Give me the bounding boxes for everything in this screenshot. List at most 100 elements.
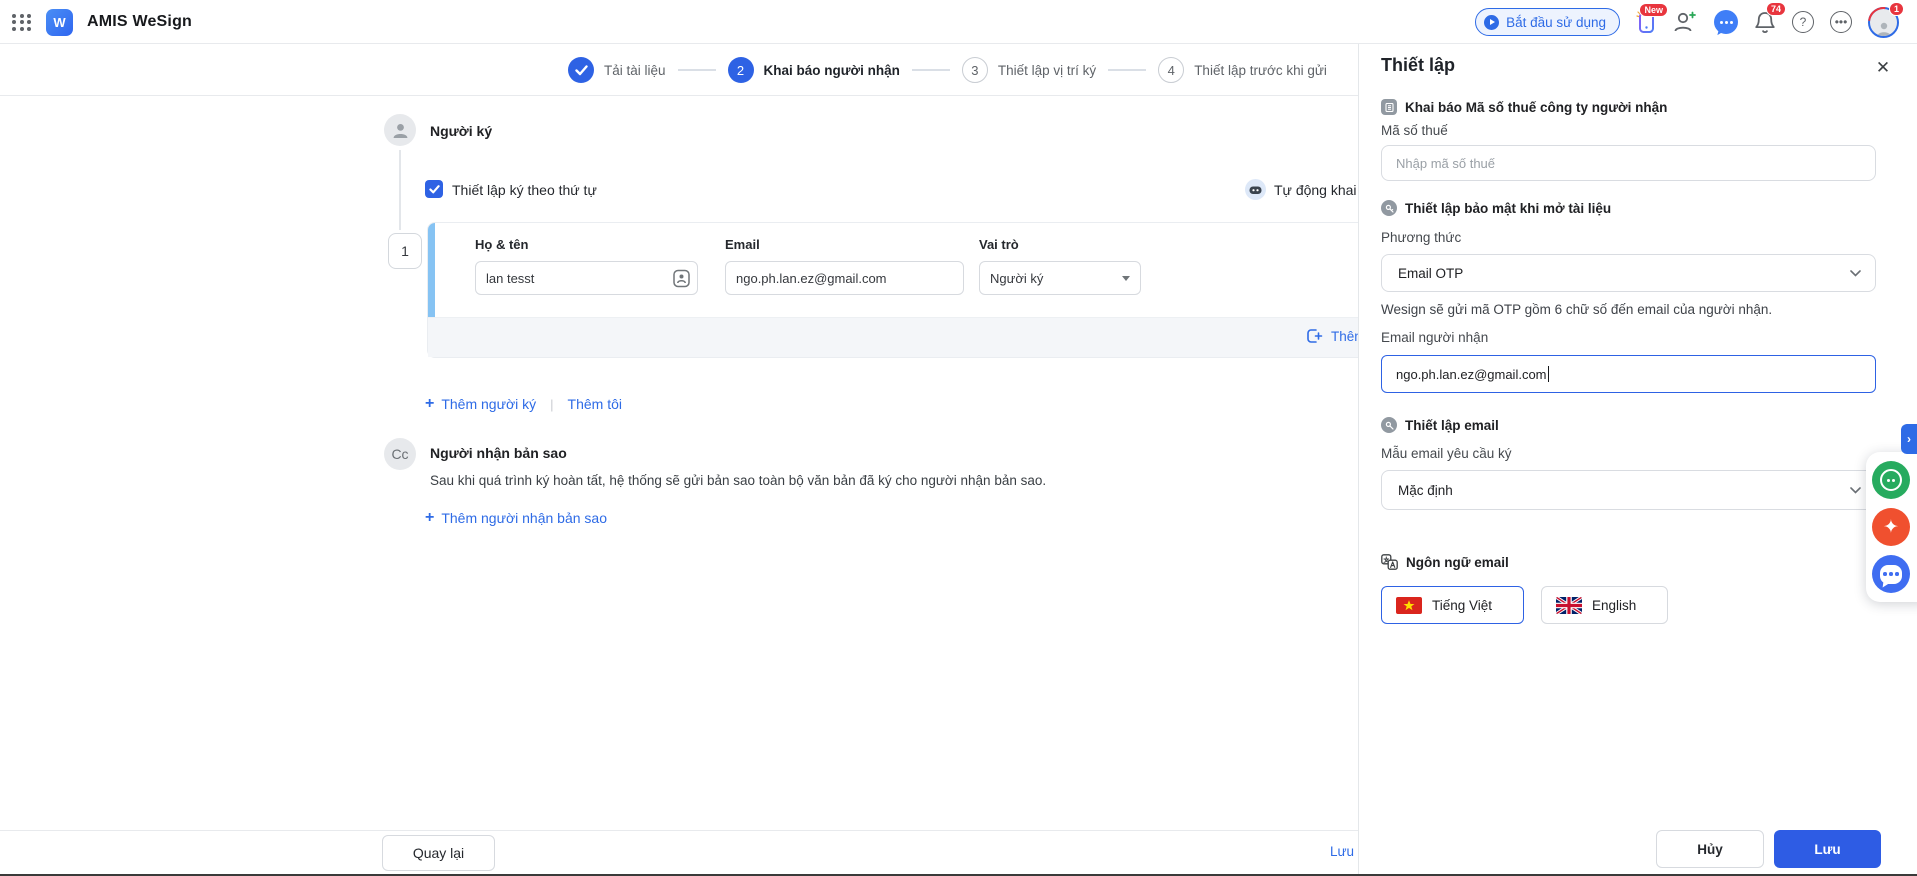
signers-section-title: Người ký: [430, 123, 493, 139]
signer-avatar-icon: [384, 114, 416, 146]
whats-new-button[interactable]: New: [1636, 3, 1668, 34]
wesign-logo[interactable]: W: [46, 8, 73, 36]
uk-flag-icon: [1556, 596, 1582, 614]
check-icon: [428, 184, 440, 193]
add-signer-inline-button[interactable]: Thêm: [1306, 328, 1358, 344]
robot-icon: [1245, 179, 1266, 200]
tax-code-input[interactable]: [1381, 145, 1876, 181]
new-badge: New: [1639, 3, 1668, 17]
add-person-icon: [1307, 329, 1323, 343]
text-cursor: [1547, 366, 1549, 382]
email-template-label: Mẫu email yêu cầu ký: [1381, 446, 1512, 461]
support-widget-dock: ✦: [1866, 452, 1917, 602]
more-options-button[interactable]: •••: [1830, 11, 1852, 33]
help-button[interactable]: ?: [1792, 11, 1814, 33]
sparkle-icon: ✦: [1883, 516, 1899, 538]
column-header-role: Vai trò: [979, 237, 1019, 252]
speech-bubble-icon: [1880, 564, 1902, 584]
method-label: Phương thức: [1381, 230, 1462, 245]
ellipsis-icon: •••: [1830, 11, 1852, 33]
notifications-button[interactable]: 74: [1754, 2, 1786, 34]
link-separator: |: [550, 396, 554, 412]
add-cc-recipient-link[interactable]: + Thêm người nhận bản sao: [425, 510, 607, 527]
play-icon: [1484, 14, 1500, 30]
otp-method-select[interactable]: Email OTP: [1381, 254, 1876, 292]
add-me-link[interactable]: Thêm tôi: [568, 396, 622, 412]
column-header-email: Email: [725, 237, 760, 252]
wesign-app-window: W AMIS WeSign Bắt đầu sử dụng New 74 ? •…: [0, 0, 1917, 876]
person-add-icon: [1674, 11, 1696, 32]
sign-order-checkbox-label[interactable]: Thiết lập ký theo thứ tự: [452, 182, 597, 198]
person-icon: [1877, 22, 1890, 36]
wizard-stepper-bar: Tải tài liệu 2 Khai báo người nhận 3 Thi…: [0, 44, 1358, 96]
step-declare-recipients[interactable]: 2 Khai báo người nhận: [727, 57, 900, 83]
collapse-panel-tab[interactable]: ›: [1901, 424, 1917, 454]
get-started-button[interactable]: Bắt đầu sử dụng: [1475, 8, 1620, 36]
email-template-select[interactable]: Mặc định: [1381, 470, 1876, 510]
signer-email-input[interactable]: [725, 261, 964, 295]
step-connector: [677, 69, 716, 71]
step-upload-document[interactable]: Tải tài liệu: [568, 57, 666, 83]
user-avatar[interactable]: 1: [1868, 1, 1904, 38]
security-key-icon: [1381, 200, 1397, 216]
person-icon: [393, 123, 407, 138]
autofill-toggle[interactable]: Tự động khai b: [1245, 179, 1358, 200]
cc-section-title: Người nhận bản sao: [430, 445, 567, 461]
column-header-name: Họ & tên: [475, 237, 529, 252]
email-settings-section-header: Thiết lập email: [1381, 417, 1499, 433]
contact-book-icon[interactable]: [672, 269, 691, 288]
recipients-main-content: Người ký Thiết lập ký theo thứ tự Tự độn…: [0, 96, 1358, 874]
top-header-bar: W AMIS WeSign Bắt đầu sử dụng New 74 ? •…: [0, 0, 1917, 44]
add-signer-link[interactable]: + Thêm người ký: [425, 395, 536, 413]
signer-name-input[interactable]: [475, 261, 698, 295]
app-title: AMIS WeSign: [87, 13, 193, 30]
main-footer-bar: Quay lại Lưu: [0, 830, 1358, 874]
language-option-vietnamese[interactable]: Tiếng Việt: [1381, 586, 1524, 624]
messenger-button[interactable]: [1714, 10, 1738, 34]
email-settings-icon: [1381, 417, 1397, 433]
chevron-down-icon: [1850, 486, 1861, 494]
recipient-email-label: Email người nhận: [1381, 330, 1489, 345]
step-presend-setup[interactable]: 4 Thiết lập trước khi gửi: [1158, 57, 1327, 83]
caret-down-icon: [1122, 275, 1130, 281]
settings-panel: Thiết lập ✕ Khai báo Mã số thuế công ty …: [1358, 44, 1917, 874]
notification-count-badge: 74: [1765, 2, 1786, 16]
question-icon: ?: [1792, 11, 1814, 33]
invite-user-button[interactable]: [1672, 10, 1698, 34]
headset-chat-icon: [1880, 469, 1902, 491]
step-connector: [911, 69, 950, 71]
ai-assistant-button[interactable]: ✦: [1872, 508, 1910, 546]
sign-order-checkbox[interactable]: [425, 180, 443, 198]
app-launcher-grid-icon[interactable]: [12, 13, 32, 31]
close-icon[interactable]: ✕: [1873, 58, 1893, 78]
signer-role-select[interactable]: Người ký: [979, 261, 1141, 295]
signer-card-footer: Thêm: [428, 317, 1358, 357]
cc-badge: Cc: [384, 438, 416, 470]
tax-code-label: Mã số thuế: [1381, 123, 1448, 138]
feedback-chat-button[interactable]: [1872, 555, 1910, 593]
recipient-email-input[interactable]: ngo.ph.lan.ez@gmail.com: [1381, 355, 1876, 393]
signer-row-card: 1 Họ & tên Email Vai trò Người ký: [388, 222, 1358, 358]
tax-section-header: Khai báo Mã số thuế công ty người nhận: [1381, 99, 1667, 115]
company-tax-icon: [1381, 99, 1397, 115]
support-chat-button[interactable]: [1872, 461, 1910, 499]
section-connector-line: [399, 150, 401, 230]
cancel-button[interactable]: Hủy: [1656, 830, 1764, 868]
cc-description: Sau khi quá trình ký hoàn tất, hệ thống …: [430, 473, 1047, 488]
back-button[interactable]: Quay lại: [382, 835, 495, 871]
vietnam-flag-icon: [1396, 596, 1422, 614]
language-option-english[interactable]: English: [1541, 586, 1668, 624]
chat-bubble-icon: [1714, 10, 1738, 34]
security-section-header: Thiết lập bảo mật khi mở tài liệu: [1381, 200, 1611, 216]
signer-accent-bar: [428, 223, 435, 318]
save-draft-link[interactable]: Lưu: [1330, 844, 1354, 859]
signer-order-number: 1: [388, 233, 422, 269]
panel-title: Thiết lập: [1381, 55, 1456, 75]
translate-icon: [1381, 554, 1398, 570]
step-signature-position[interactable]: 3 Thiết lập vị trí ký: [961, 57, 1096, 83]
step-done-check-icon: [568, 57, 594, 83]
plus-icon: +: [425, 395, 435, 412]
chevron-down-icon: [1850, 269, 1861, 277]
save-button[interactable]: Lưu: [1774, 830, 1881, 868]
otp-help-text: Wesign sẽ gửi mã OTP gồm 6 chữ số đến em…: [1381, 302, 1773, 317]
